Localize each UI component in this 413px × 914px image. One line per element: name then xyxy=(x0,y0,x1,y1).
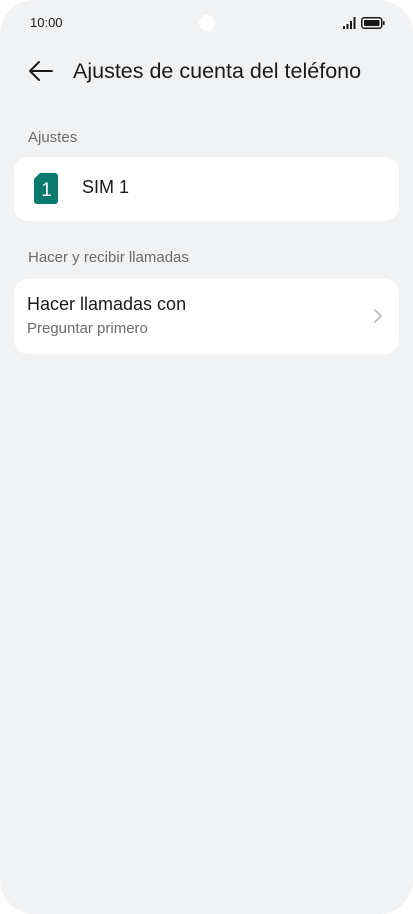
make-calls-with-item[interactable]: Hacer llamadas con Preguntar primero xyxy=(14,279,399,354)
make-calls-with-value: Preguntar primero xyxy=(27,320,148,337)
status-bar: 10:00 xyxy=(0,0,413,48)
back-button[interactable] xyxy=(26,56,56,86)
app-header: Ajustes de cuenta del teléfono xyxy=(0,50,413,92)
sim-1-item[interactable]: 1 SIM 1 xyxy=(14,157,399,221)
battery-icon xyxy=(361,17,385,29)
section-label-settings: Ajustes xyxy=(28,129,78,146)
front-camera xyxy=(199,15,215,31)
sim-1-label: SIM 1 xyxy=(82,177,130,197)
page-title: Ajustes de cuenta del teléfono xyxy=(73,59,362,83)
section-label-calls: Hacer y recibir llamadas xyxy=(28,249,189,266)
sim-badge-number: 1 xyxy=(41,180,52,201)
status-time: 10:00 xyxy=(30,15,63,30)
phone-screen: 10:00 Ajustes de cuenta del teléfono Aju… xyxy=(0,0,413,914)
arrow-left-icon xyxy=(29,61,53,81)
make-calls-with-title: Hacer llamadas con xyxy=(27,294,187,314)
signal-icon xyxy=(343,17,356,29)
sim-card-icon: 1 xyxy=(34,173,58,204)
chevron-right-icon xyxy=(374,309,382,323)
